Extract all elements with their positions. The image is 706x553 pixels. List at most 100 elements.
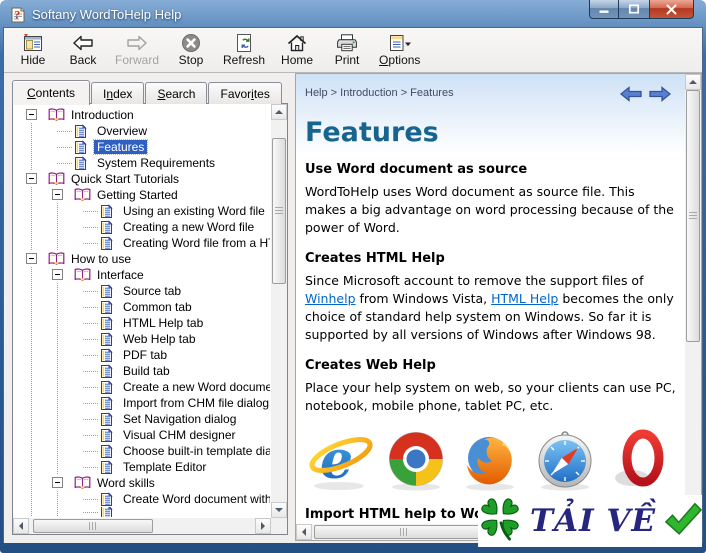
scroll-left-icon[interactable]: [296, 524, 312, 540]
tree-item-set-navigation-dialog[interactable]: Set Navigation dialog: [14, 411, 270, 427]
topic-vscroll-thumb[interactable]: [686, 90, 700, 342]
breadcrumb[interactable]: Help > Introduction > Features: [305, 82, 454, 99]
topic-vertical-scrollbar[interactable]: [685, 74, 701, 524]
toolbar-button-refresh[interactable]: Refresh: [218, 31, 270, 70]
tree-item-label[interactable]: Creating Word file from a HTML: [120, 236, 270, 250]
winhelp-link[interactable]: Winhelp: [305, 291, 356, 306]
tree-item-create-a-new-word-document[interactable]: Create a new Word document: [14, 379, 270, 395]
tree-item-using-an-existing-word-file[interactable]: Using an existing Word file: [14, 203, 270, 219]
tree-item-label[interactable]: Word skills: [94, 476, 158, 490]
toolbar-button-back[interactable]: Back: [60, 31, 106, 70]
tree-item-label[interactable]: Template Editor: [120, 460, 209, 474]
tab-favorites[interactable]: Favorites: [208, 82, 282, 104]
tree-hscroll-thumb[interactable]: [33, 519, 153, 533]
toolbar-button-home[interactable]: Home: [274, 31, 320, 70]
tree-item-label[interactable]: Visual CHM designer: [120, 428, 239, 442]
tree-item-choose-built-in-template-dialog[interactable]: Choose built-in template dialog: [14, 443, 270, 459]
tree-item-label[interactable]: HTML Help tab: [120, 316, 206, 330]
tree-item-import-from-chm-file-dialog[interactable]: Import from CHM file dialog: [14, 395, 270, 411]
tree-item-label[interactable]: PDF tab: [120, 348, 170, 362]
tree-item-visual-chm-designer[interactable]: Visual CHM designer: [14, 427, 270, 443]
tree-item-how-to-use[interactable]: How to use: [14, 251, 270, 267]
tab-index[interactable]: Index: [91, 82, 145, 104]
tree-item-label[interactable]: Quick Start Tutorials: [68, 172, 182, 186]
pane-splitter[interactable]: [288, 73, 295, 543]
collapse-toggle-icon[interactable]: [26, 253, 37, 264]
tree-item-interface[interactable]: Interface: [14, 267, 270, 283]
collapse-toggle-icon[interactable]: [52, 269, 63, 280]
tree-item-creating-a-new-word-file[interactable]: Creating a new Word file: [14, 219, 270, 235]
tree-item-build-tab[interactable]: Build tab: [14, 363, 270, 379]
tab-search[interactable]: Search: [145, 82, 208, 104]
tree-item-label[interactable]: How to use: [68, 252, 134, 266]
tab-contents[interactable]: Contents: [12, 80, 91, 105]
tree-item-word-skills[interactable]: Word skills: [14, 475, 270, 491]
close-button[interactable]: [649, 0, 694, 19]
tree-item-creating-word-file-from-a-html[interactable]: Creating Word file from a HTML: [14, 235, 270, 251]
tree-item-label[interactable]: System Requirements: [94, 156, 218, 170]
toolbar-label-print: Print: [334, 53, 360, 67]
tree-item-label[interactable]: Features: [92, 139, 149, 155]
tree-vscroll-thumb[interactable]: [272, 138, 286, 284]
tree-item-overview[interactable]: Overview: [14, 123, 270, 139]
tree-item-features[interactable]: Features: [14, 139, 270, 155]
tree-vertical-scrollbar[interactable]: [271, 104, 287, 518]
tree-item-label[interactable]: Set Navigation dialog: [120, 412, 239, 426]
toolbar-button-forward[interactable]: Forward: [110, 31, 164, 70]
scroll-left-icon[interactable]: [13, 518, 29, 534]
topic-hscroll-thumb[interactable]: [314, 525, 494, 539]
scroll-up-icon[interactable]: [685, 74, 701, 90]
download-watermark[interactable]: TẢI VỀ: [478, 495, 703, 547]
tree-item-label[interactable]: Introduction: [68, 108, 137, 122]
tree-item-label[interactable]: Overview: [94, 124, 150, 138]
tree-item-label[interactable]: Build tab: [120, 364, 173, 378]
tree-item-template-editor[interactable]: Template Editor: [14, 459, 270, 475]
tree-item-label[interactable]: Interface: [94, 268, 147, 282]
minimize-button[interactable]: [589, 0, 619, 19]
collapse-toggle-icon[interactable]: [52, 189, 63, 200]
tree-item-common-tab[interactable]: Common tab: [14, 299, 270, 315]
page-icon: [100, 235, 120, 251]
tree-item-system-requirements[interactable]: System Requirements: [14, 155, 270, 171]
tree-item-label[interactable]: Choose built-in template dialog: [120, 444, 270, 458]
topic-paragraph: WordToHelp uses Word document as source …: [305, 183, 677, 237]
tree-item-pdf-tab[interactable]: PDF tab: [14, 347, 270, 363]
toolbar-button-print[interactable]: Print: [324, 31, 370, 70]
tree-item-label[interactable]: Source tab: [120, 284, 184, 298]
tree-item-partial[interactable]: [14, 507, 270, 517]
tree-item-label[interactable]: Creating a new Word file: [120, 220, 257, 234]
tree-item-label[interactable]: Create a new Word document: [120, 380, 270, 394]
html-help-link[interactable]: HTML Help: [491, 291, 558, 306]
tree-item-web-help-tab[interactable]: Web Help tab: [14, 331, 270, 347]
scroll-down-icon[interactable]: [271, 502, 287, 518]
tree-item-html-help-tab[interactable]: HTML Help tab: [14, 315, 270, 331]
page-icon: [100, 507, 120, 517]
titlebar[interactable]: ? Softany WordToHelp Help: [3, 0, 703, 27]
tree-item-label[interactable]: Getting Started: [94, 188, 181, 202]
scroll-up-icon[interactable]: [271, 104, 287, 120]
next-topic-arrow-icon[interactable]: [649, 86, 672, 105]
toolbar-button-stop[interactable]: Stop: [168, 31, 214, 70]
tree-item-label[interactable]: Web Help tab: [120, 332, 199, 346]
tree-item-label[interactable]: Import from CHM file dialog: [120, 396, 270, 410]
tree-item-label[interactable]: Using an existing Word file: [120, 204, 268, 218]
toolbar-button-options[interactable]: Options: [374, 31, 425, 70]
collapse-toggle-icon[interactable]: [26, 173, 37, 184]
tree-item-label[interactable]: Create Word document with ou: [120, 492, 270, 506]
toolbar-button-hide[interactable]: Hide: [10, 31, 56, 70]
tree-item-create-word-document-with-ou[interactable]: Create Word document with ou: [14, 491, 270, 507]
page-icon: [74, 155, 94, 171]
book-icon: [74, 188, 94, 202]
scroll-right-icon[interactable]: [255, 518, 271, 534]
tree-item-getting-started[interactable]: Getting Started: [14, 187, 270, 203]
maximize-button[interactable]: [619, 0, 649, 19]
tree-item-introduction[interactable]: Introduction: [14, 107, 270, 123]
stop-icon: [181, 32, 201, 53]
tree-item-quick-start-tutorials[interactable]: Quick Start Tutorials: [14, 171, 270, 187]
tree-item-label[interactable]: Common tab: [120, 300, 195, 314]
tree-horizontal-scrollbar[interactable]: [13, 518, 271, 534]
previous-topic-arrow-icon[interactable]: [619, 86, 642, 105]
tree-item-source-tab[interactable]: Source tab: [14, 283, 270, 299]
collapse-toggle-icon[interactable]: [52, 477, 63, 488]
collapse-toggle-icon[interactable]: [26, 109, 37, 120]
